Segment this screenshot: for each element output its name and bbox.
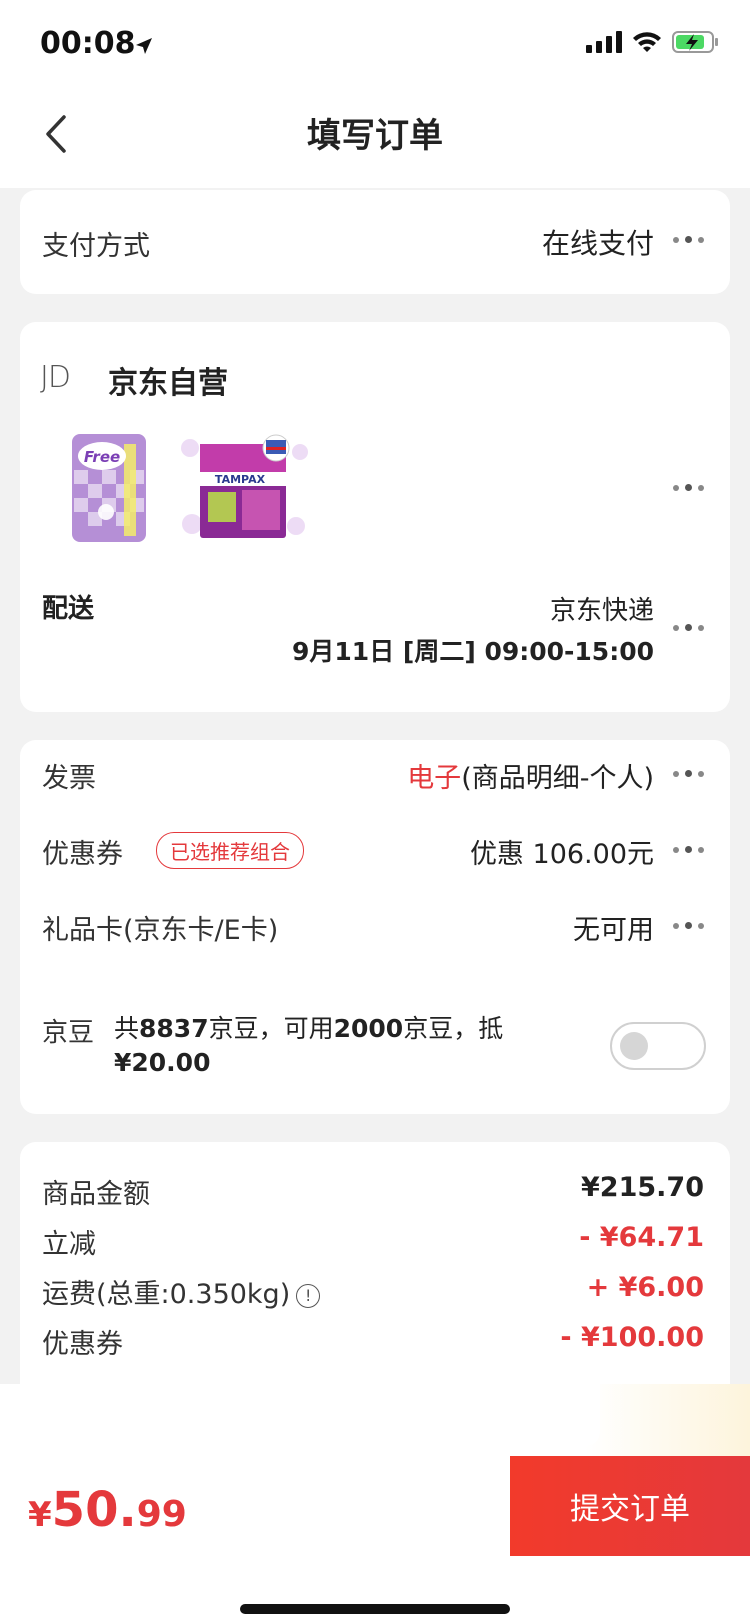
- toggle-knob: [620, 1032, 648, 1060]
- summary-amount: + ¥6.00: [586, 1272, 704, 1303]
- page-title: 填写订单: [307, 116, 443, 156]
- location-arrow-icon: [136, 38, 152, 54]
- summary-amount: ¥215.70: [581, 1172, 704, 1203]
- product-image-free[interactable]: Free: [62, 430, 156, 546]
- shop-name: 京东自营: [108, 366, 228, 401]
- status-time: 00:08: [40, 26, 136, 61]
- summary-row: 立减 - ¥64.71: [42, 1222, 704, 1262]
- more-icon[interactable]: [673, 484, 704, 491]
- jd-logo-icon: JD: [40, 360, 71, 395]
- options-card: 发票 电子(商品明细-个人) 优惠券 已选推荐组合 优惠 106.00元 礼品卡…: [20, 740, 730, 1114]
- coupon-tag: 已选推荐组合: [156, 832, 304, 869]
- svg-text:Free: Free: [84, 448, 120, 466]
- battery-charging-icon: [672, 31, 718, 53]
- summary-amount: - ¥100.00: [560, 1322, 704, 1353]
- invoice-row[interactable]: 发票 电子(商品明细-个人): [42, 754, 704, 794]
- invoice-type: 电子: [407, 763, 462, 794]
- order-total: ¥50.99: [28, 1482, 187, 1538]
- more-icon[interactable]: [673, 624, 704, 631]
- status-bar: 00:08: [0, 0, 750, 88]
- coupon-label: 优惠券: [42, 839, 123, 870]
- gift-card-value: 无可用: [573, 915, 654, 946]
- summary-label: 商品金额: [42, 1179, 150, 1210]
- summary-amount: - ¥64.71: [579, 1222, 704, 1253]
- invoice-detail: (商品明细-个人): [461, 763, 654, 794]
- status-icons: [586, 30, 720, 54]
- more-icon: [673, 922, 704, 929]
- beans-deduct: ¥20.00: [114, 1048, 211, 1077]
- more-icon: [673, 846, 704, 853]
- shipping-method[interactable]: 京东快递: [550, 590, 654, 627]
- payment-method-label: 支付方式: [42, 231, 150, 262]
- more-icon: [673, 236, 704, 243]
- summary-row: 商品金额 ¥215.70: [42, 1172, 704, 1212]
- payment-method-value: 在线支付: [541, 227, 654, 260]
- submit-order-button[interactable]: 提交订单: [510, 1456, 750, 1556]
- promo-banner-inner: [0, 1384, 600, 1446]
- summary-label: 优惠券: [42, 1329, 123, 1360]
- beans-available: 2000: [333, 1014, 404, 1043]
- beans-label: 京豆: [42, 1018, 95, 1048]
- payment-method-row[interactable]: 支付方式 在线支付: [20, 190, 730, 294]
- invoice-label: 发票: [42, 763, 96, 794]
- summary-label: 立减: [42, 1229, 96, 1260]
- coupon-value: 优惠 106.00元: [469, 839, 654, 870]
- more-icon: [673, 770, 704, 777]
- shipping-label: 配送: [42, 594, 95, 624]
- beans-total: 8837: [139, 1014, 209, 1043]
- gift-card-label: 礼品卡(京东卡/E卡): [42, 915, 279, 946]
- info-icon[interactable]: !: [296, 1283, 321, 1308]
- bottom-bar: ¥50.99 提交订单: [0, 1456, 750, 1624]
- invoice-value: 电子(商品明细-个人): [407, 756, 654, 795]
- summary-label: 运费(总重:0.350kg)!: [42, 1272, 321, 1311]
- wifi-icon: [633, 32, 661, 52]
- nav-bar: 填写订单: [0, 88, 750, 188]
- home-indicator: [240, 1604, 510, 1614]
- signal-icon: [586, 31, 622, 53]
- beans-toggle[interactable]: [610, 1022, 706, 1070]
- product-image-tampax[interactable]: TAMPAX: [178, 428, 312, 548]
- shop-card: JD 京东自营 Free TAMPAX 配送 京东快递 9月11日 [周二] 0…: [20, 322, 730, 712]
- gift-card-row[interactable]: 礼品卡(京东卡/E卡) 无可用: [42, 906, 704, 946]
- svg-text:TAMPAX: TAMPAX: [215, 473, 266, 486]
- promo-banner: [0, 1384, 750, 1456]
- summary-row: 运费(总重:0.350kg)! + ¥6.00: [42, 1272, 704, 1312]
- summary-row: 优惠券 - ¥100.00: [42, 1322, 704, 1362]
- beans-description: 共8837京豆，可用2000京豆，抵 ¥20.00: [114, 1014, 504, 1077]
- shipping-time[interactable]: 9月11日 [周二] 09:00-15:00: [292, 632, 654, 668]
- coupon-row[interactable]: 优惠券 已选推荐组合 优惠 106.00元: [42, 830, 704, 870]
